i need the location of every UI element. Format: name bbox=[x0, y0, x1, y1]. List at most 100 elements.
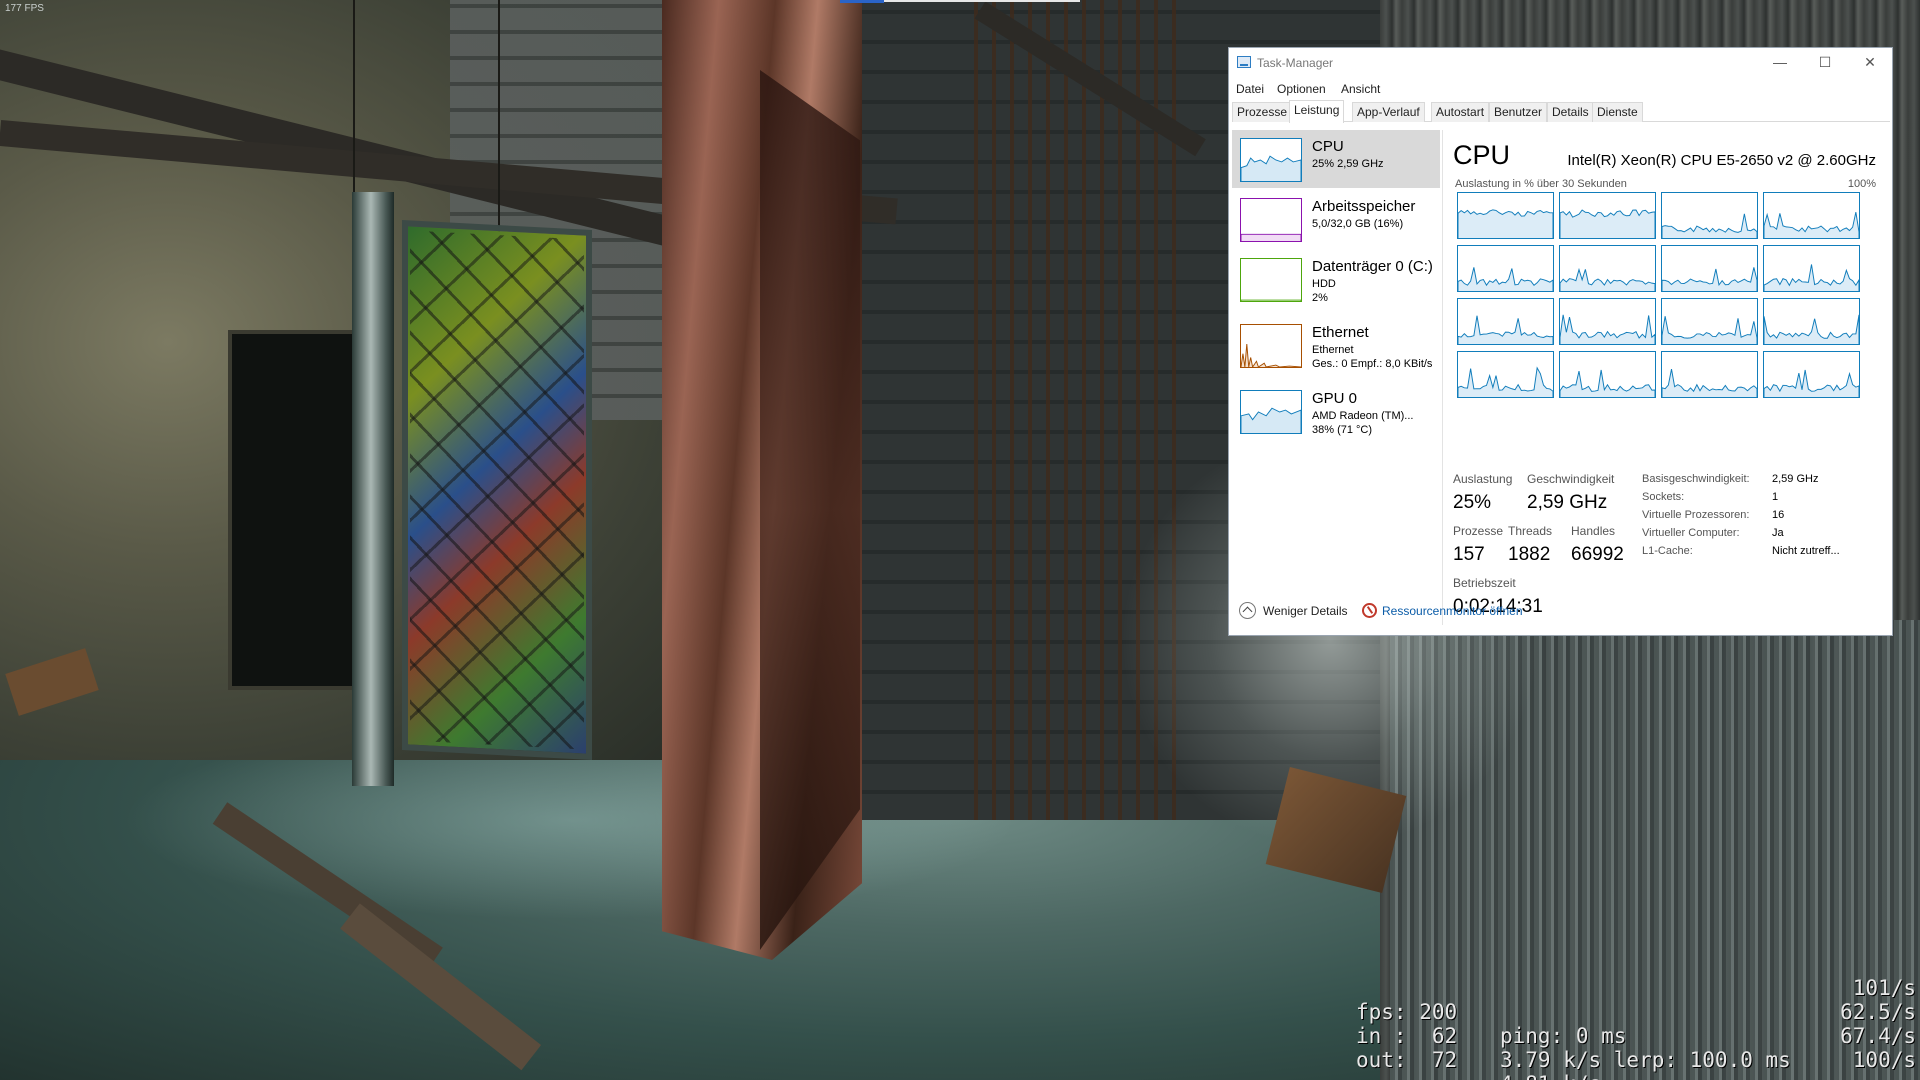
top-strip bbox=[840, 0, 884, 3]
detail-label: Virtuelle Prozessoren: bbox=[1642, 509, 1750, 521]
tab-benutzer[interactable]: Benutzer bbox=[1489, 102, 1548, 122]
netgraph-line: fps: 200 ping: 0 ms bbox=[1356, 976, 1626, 1048]
handles-value: 66992 bbox=[1571, 544, 1624, 565]
cpu-detail-panel: CPU Intel(R) Xeon(R) CPU E5-2650 v2 @ 2.… bbox=[1442, 130, 1890, 625]
sidebar-name: Arbeitsspeicher bbox=[1312, 198, 1416, 215]
window-footer: Weniger Details Ressourcenmonitor öffnen bbox=[1229, 595, 1892, 635]
logical-processor-graph bbox=[1661, 351, 1758, 398]
sidebar-item-ethernet[interactable]: Ethernet Ethernet Ges.: 0 Empf.: 8,0 KBi… bbox=[1232, 316, 1440, 380]
title-bar[interactable]: Task-Manager — ☐ ✕ bbox=[1229, 48, 1892, 78]
tab-bar: Prozesse Leistung App-Verlauf Autostart … bbox=[1232, 100, 1890, 123]
tab-details[interactable]: Details bbox=[1547, 102, 1594, 122]
logical-processor-graph bbox=[1763, 351, 1860, 398]
detail-value: 16 bbox=[1772, 509, 1785, 521]
logical-processor-graph bbox=[1559, 245, 1656, 292]
minimize-button[interactable]: — bbox=[1758, 50, 1802, 74]
logical-processor-graph bbox=[1457, 245, 1554, 292]
netgraph-rate: 62.5/s bbox=[1840, 1000, 1916, 1024]
dark-doorway bbox=[228, 330, 368, 690]
logical-processor-graph bbox=[1661, 298, 1758, 345]
menu-datei[interactable]: Datei bbox=[1236, 82, 1264, 96]
sidebar-sub: 38% (71 °C) bbox=[1312, 424, 1373, 436]
processes-value: 157 bbox=[1453, 544, 1485, 565]
detail-label: L1-Cache: bbox=[1642, 545, 1693, 557]
task-manager-window[interactable]: Task-Manager — ☐ ✕ Datei Optionen Ansich… bbox=[1228, 47, 1893, 636]
netgraph-col2: 3.79 k/s lerp: 100.0 ms bbox=[1500, 1048, 1791, 1072]
chevron-up-icon[interactable] bbox=[1239, 602, 1256, 619]
logical-processor-graph bbox=[1457, 298, 1554, 345]
page-title: CPU bbox=[1453, 140, 1511, 170]
tab-dienste[interactable]: Dienste bbox=[1592, 102, 1643, 122]
logical-processor-graph bbox=[1763, 245, 1860, 292]
uptime-label: Betriebszeit bbox=[1453, 576, 1516, 590]
detail-value: 1 bbox=[1772, 491, 1779, 503]
netgraph-line: out: 72 4.81 k/s bbox=[1356, 1024, 1601, 1080]
top-strip bbox=[884, 0, 1080, 2]
sidebar-name: GPU 0 bbox=[1312, 390, 1358, 407]
sidebar-sub: Ethernet bbox=[1312, 344, 1354, 356]
sidebar-item-disk[interactable]: Datenträger 0 (C:) HDD 2% bbox=[1232, 250, 1440, 314]
logical-processor-graph bbox=[1457, 192, 1554, 239]
tab-app-verlauf[interactable]: App-Verlauf bbox=[1352, 102, 1425, 122]
gpu-thumbnail-graph bbox=[1240, 390, 1302, 434]
netgraph-col2: ping: 0 ms bbox=[1500, 1024, 1627, 1048]
netgraph-rate: 101/s bbox=[1852, 976, 1916, 1000]
menu-optionen[interactable]: Optionen bbox=[1277, 82, 1326, 96]
resource-monitor-link[interactable]: Ressourcenmonitor öffnen bbox=[1382, 604, 1523, 618]
cpu-model-name: Intel(R) Xeon(R) CPU E5-2650 v2 @ 2.60GH… bbox=[1567, 152, 1876, 169]
sidebar-name: CPU bbox=[1312, 138, 1344, 155]
ethernet-thumbnail-graph bbox=[1240, 324, 1302, 368]
processes-label: Prozesse bbox=[1453, 524, 1504, 538]
sidebar-name: Datenträger 0 (C:) bbox=[1312, 258, 1433, 275]
sidebar-item-gpu[interactable]: GPU 0 AMD Radeon (TM)... 38% (71 °C) bbox=[1232, 382, 1440, 446]
logical-processor-graph bbox=[1661, 192, 1758, 239]
logical-processor-graph bbox=[1763, 298, 1860, 345]
cpu-thumbnail-graph bbox=[1240, 138, 1302, 182]
hanging-rope bbox=[498, 0, 500, 240]
netgraph-col1: out: 72 bbox=[1356, 1048, 1458, 1072]
menu-bar: Datei Optionen Ansicht bbox=[1229, 78, 1892, 100]
resource-monitor-icon[interactable] bbox=[1362, 603, 1377, 618]
netgraph-line: in : 62 3.79 k/s lerp: 100.0 ms bbox=[1356, 1000, 1791, 1072]
sidebar-name: Ethernet bbox=[1312, 324, 1369, 341]
graph-max-label: 100% bbox=[1847, 178, 1876, 190]
sidebar-sub: HDD bbox=[1312, 278, 1336, 290]
maximize-button[interactable]: ☐ bbox=[1803, 50, 1847, 74]
netgraph-col2: 4.81 k/s bbox=[1500, 1072, 1601, 1080]
stained-glass-lead bbox=[410, 230, 584, 750]
sidebar-item-cpu[interactable]: CPU 25% 2,59 GHz bbox=[1232, 130, 1440, 188]
menu-ansicht[interactable]: Ansicht bbox=[1341, 82, 1380, 96]
detail-value: 2,59 GHz bbox=[1772, 473, 1819, 485]
resource-sidebar: CPU 25% 2,59 GHz Arbeitsspeicher 5,0/32,… bbox=[1232, 130, 1440, 625]
fewer-details-link[interactable]: Weniger Details bbox=[1263, 604, 1347, 618]
handles-label: Handles bbox=[1571, 524, 1616, 538]
netgraph-rate: 100/s bbox=[1852, 1048, 1916, 1072]
threads-value: 1882 bbox=[1508, 544, 1551, 565]
detail-label: Basisgeschwindigkeit: bbox=[1642, 473, 1750, 485]
sidebar-sub: AMD Radeon (TM)... bbox=[1312, 410, 1414, 422]
detail-value: Nicht zutreff... bbox=[1772, 545, 1840, 557]
sidebar-sub: 5,0/32,0 GB (16%) bbox=[1312, 218, 1404, 230]
net-graph-overlay: fps: 200 ping: 0 ms in : 62 3.79 k/s ler… bbox=[1356, 976, 1918, 1080]
logical-processor-graph bbox=[1559, 298, 1656, 345]
threads-label: Threads bbox=[1508, 524, 1553, 538]
speed-label: Geschwindigkeit bbox=[1527, 472, 1615, 486]
sidebar-item-memory[interactable]: Arbeitsspeicher 5,0/32,0 GB (16%) bbox=[1232, 190, 1440, 248]
tab-autostart[interactable]: Autostart bbox=[1431, 102, 1490, 122]
sidebar-sub: Ges.: 0 Empf.: 8,0 KBit/s bbox=[1312, 358, 1433, 370]
logical-processor-graph bbox=[1661, 245, 1758, 292]
util-value: 25% bbox=[1453, 492, 1492, 513]
close-button[interactable]: ✕ bbox=[1848, 50, 1892, 74]
graph-caption: Auslastung in % über 30 Sekunden bbox=[1455, 178, 1627, 190]
sidebar-sub: 25% 2,59 GHz bbox=[1312, 158, 1384, 170]
fps-counter: 177 FPS bbox=[5, 3, 44, 14]
tab-leistung[interactable]: Leistung bbox=[1289, 100, 1345, 123]
logical-processor-graphs[interactable] bbox=[1457, 192, 1865, 400]
netgraph-rate: 67.4/s bbox=[1840, 1024, 1916, 1048]
tab-prozesse[interactable]: Prozesse bbox=[1232, 102, 1293, 122]
disk-thumbnail-graph bbox=[1240, 258, 1302, 302]
util-label: Auslastung bbox=[1453, 472, 1513, 486]
metal-pillar bbox=[352, 192, 394, 786]
logical-processor-graph bbox=[1559, 351, 1656, 398]
task-manager-icon bbox=[1237, 56, 1251, 68]
